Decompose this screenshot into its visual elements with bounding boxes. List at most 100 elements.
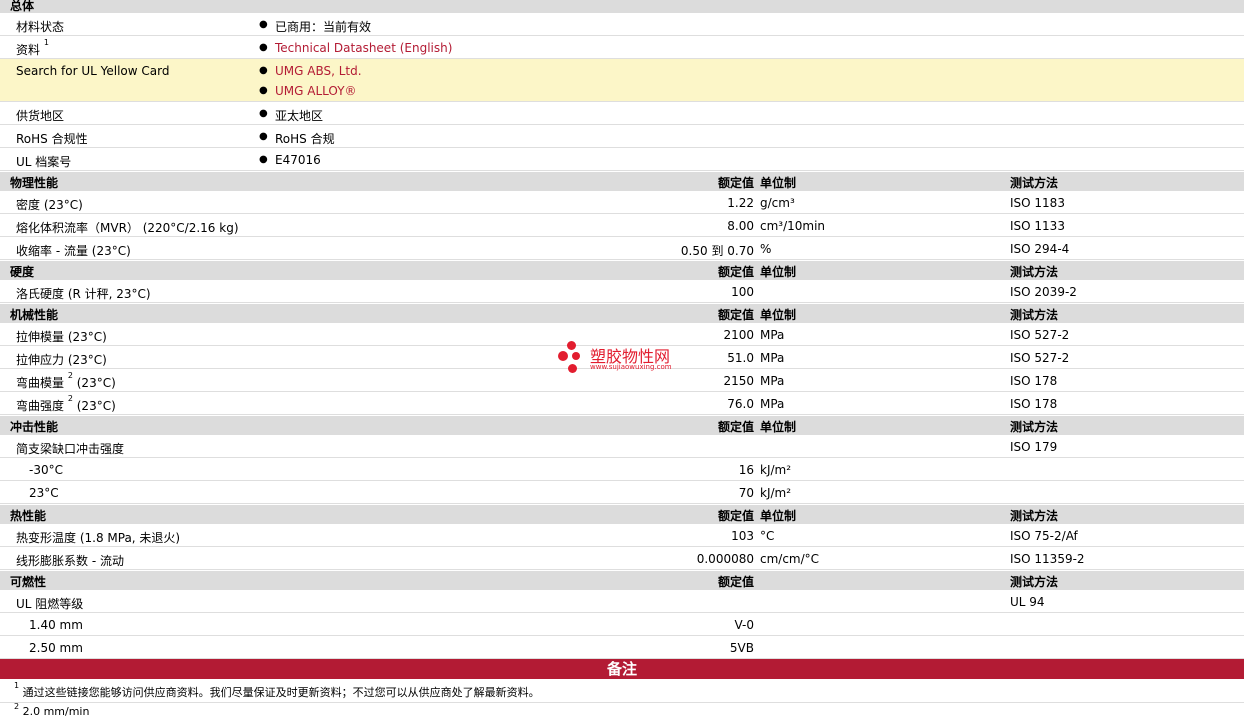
row-label: 拉伸模量 (23°C) xyxy=(16,330,107,344)
row-nominal: 0.50 到 0.70 xyxy=(680,244,754,258)
row-method: UL 94 xyxy=(1010,595,1045,609)
row-nominal: 100 xyxy=(731,285,754,299)
col-header-method: 测试方法 xyxy=(1010,420,1059,434)
table-row: 热变形温度 (1.8 MPa, 未退火) 103 °C ISO 75-2/Af xyxy=(0,524,1244,547)
table-row: RoHS 合规性 ● RoHS 合规 xyxy=(0,125,1244,148)
footnote-ref: 2 xyxy=(67,371,73,380)
col-header-nominal: 额定值 xyxy=(717,420,754,434)
row-value: 已商用：当前有效 xyxy=(275,20,372,34)
watermark-dots-icon xyxy=(558,341,586,375)
row-method: ISO 1183 xyxy=(1010,196,1065,210)
table-row-highlight: Search for UL Yellow Card ● UMG ABS, Ltd… xyxy=(0,59,1244,102)
footnote-row: 2 2.0 mm/min xyxy=(0,702,1244,725)
row-unit: kJ/m² xyxy=(760,463,792,477)
row-unit: % xyxy=(760,242,772,256)
row-unit: cm³/10min xyxy=(760,219,826,233)
row-label: 密度 (23°C) xyxy=(16,198,83,212)
row-value: RoHS 合规 xyxy=(275,132,335,146)
section-header-mechanical: 机械性能 额定值 单位制 测试方法 xyxy=(0,303,1244,323)
row-nominal: 5VB xyxy=(729,641,754,655)
col-header-nominal: 额定值 xyxy=(717,308,754,322)
ul-link-umg-abs[interactable]: UMG ABS, Ltd. xyxy=(275,64,362,78)
section-title: 热性能 xyxy=(10,509,47,523)
row-label: RoHS 合规性 xyxy=(16,132,88,146)
col-header-nominal: 额定值 xyxy=(717,265,754,279)
footnote-text: 1 通过这些链接您能够访问供应商资料。我们尽量保证及时更新资料；不过您可以从供应… xyxy=(14,681,540,699)
notes-header: 备注 xyxy=(0,659,1244,679)
footnote-number: 2 xyxy=(14,702,20,711)
bullet-icon: ● xyxy=(259,85,268,96)
row-method: ISO 294-4 xyxy=(1010,242,1070,256)
table-row: 简支梁缺口冲击强度 ISO 179 xyxy=(0,435,1244,458)
table-row: 1.40 mm V-0 xyxy=(0,613,1244,636)
row-unit: MPa xyxy=(760,374,785,388)
bullet-icon: ● xyxy=(259,131,268,142)
row-method: ISO 527-2 xyxy=(1010,351,1070,365)
row-label: 简支梁缺口冲击强度 xyxy=(16,442,125,456)
datasheet-page: 总体 材料状态 ● 已商用：当前有效 资料 1 ● Technical Data… xyxy=(0,0,1244,725)
bullet-icon: ● xyxy=(259,108,268,119)
watermark-url: www.sujiaowuxing.com xyxy=(590,363,672,371)
col-header-method: 测试方法 xyxy=(1010,308,1059,322)
section-header-physical: 物理性能 额定值 单位制 测试方法 xyxy=(0,171,1244,191)
col-header-unit: 单位制 xyxy=(760,509,797,523)
section-header-general: 总体 xyxy=(0,0,1244,13)
row-method: ISO 527-2 xyxy=(1010,328,1070,342)
col-header-unit: 单位制 xyxy=(760,308,797,322)
footnote-number: 1 xyxy=(14,681,20,690)
row-label: 收缩率 - 流量 (23°C) xyxy=(16,244,131,258)
row-unit: cm/cm/°C xyxy=(760,552,820,566)
row-label: 弯曲强度 2 (23°C) xyxy=(16,394,116,413)
footnote-ref: 2 xyxy=(67,394,73,403)
row-label: 热变形温度 (1.8 MPa, 未退火) xyxy=(16,531,181,545)
row-label: 资料 1 xyxy=(16,38,49,57)
row-unit: MPa xyxy=(760,351,785,365)
row-nominal: 1.22 xyxy=(727,196,754,210)
section-title: 冲击性能 xyxy=(10,420,59,434)
bullet-icon: ● xyxy=(259,65,268,76)
row-value: E47016 xyxy=(275,153,321,167)
datasheet-link[interactable]: Technical Datasheet (English) xyxy=(275,41,452,55)
section-title: 机械性能 xyxy=(10,308,59,322)
row-method: ISO 179 xyxy=(1010,440,1058,454)
row-nominal: 2100 xyxy=(723,328,754,342)
table-row: -30°C 16 kJ/m² xyxy=(0,458,1244,481)
table-row: 供货地区 ● 亚太地区 xyxy=(0,102,1244,125)
section-title: 物理性能 xyxy=(10,176,59,190)
section-title: 硬度 xyxy=(10,265,35,279)
table-row: 收缩率 - 流量 (23°C) 0.50 到 0.70 % ISO 294-4 xyxy=(0,237,1244,260)
footnote-text: 2 2.0 mm/min xyxy=(14,702,90,718)
row-nominal: 103 xyxy=(731,529,754,543)
row-unit: kJ/m² xyxy=(760,486,792,500)
table-row: 材料状态 ● 已商用：当前有效 xyxy=(0,13,1244,36)
section-header-flammability: 可燃性 额定值 测试方法 xyxy=(0,570,1244,590)
footnote-ref: 1 xyxy=(43,38,49,47)
col-header-method: 测试方法 xyxy=(1010,575,1059,589)
row-label: Search for UL Yellow Card xyxy=(16,64,170,78)
row-method: ISO 1133 xyxy=(1010,219,1065,233)
row-nominal: 51.0 xyxy=(727,351,754,365)
row-label: UL 档案号 xyxy=(16,155,72,169)
row-unit: g/cm³ xyxy=(760,196,795,210)
table-row: 弯曲强度 2 (23°C) 76.0 MPa ISO 178 xyxy=(0,392,1244,415)
row-nominal: 76.0 xyxy=(727,397,754,411)
table-row: 密度 (23°C) 1.22 g/cm³ ISO 1183 xyxy=(0,191,1244,214)
row-method: ISO 75-2/Af xyxy=(1010,529,1078,543)
row-method: ISO 11359-2 xyxy=(1010,552,1085,566)
bullet-icon: ● xyxy=(259,42,268,53)
section-header-impact: 冲击性能 额定值 单位制 测试方法 xyxy=(0,415,1244,435)
row-method: ISO 178 xyxy=(1010,374,1058,388)
row-method: ISO 2039-2 xyxy=(1010,285,1077,299)
row-method: ISO 178 xyxy=(1010,397,1058,411)
row-label: 23°C xyxy=(29,486,59,500)
table-row: 资料 1 ● Technical Datasheet (English) xyxy=(0,36,1244,59)
row-unit: °C xyxy=(760,529,775,543)
col-header-nominal: 额定值 xyxy=(717,509,754,523)
row-value: 亚太地区 xyxy=(275,109,324,123)
ul-link-umg-alloy[interactable]: UMG ALLOY® xyxy=(275,84,357,98)
row-label: 材料状态 xyxy=(16,20,65,34)
row-label: 线形膨胀系数 - 流动 xyxy=(16,554,124,568)
table-row: 熔化体积流率（MVR） (220°C/2.16 kg) 8.00 cm³/10m… xyxy=(0,214,1244,237)
row-label: 洛氏硬度 (R 计秤, 23°C) xyxy=(16,287,151,301)
col-header-unit: 单位制 xyxy=(760,420,797,434)
